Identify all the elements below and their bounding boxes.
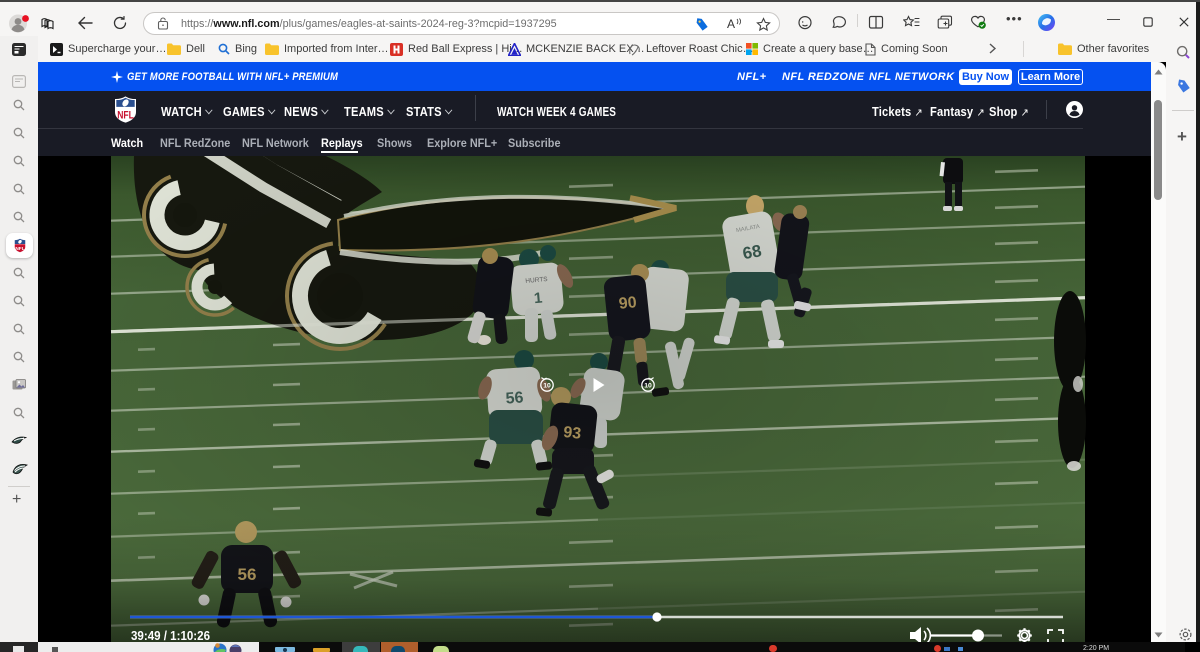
svg-text:NFL: NFL xyxy=(117,110,134,122)
svg-text:10: 10 xyxy=(644,383,652,390)
svg-text:39:49 / 1:10:26: 39:49 / 1:10:26 xyxy=(131,628,210,643)
svg-text:10: 10 xyxy=(543,383,551,390)
svg-text:NFL: NFL xyxy=(15,246,24,252)
